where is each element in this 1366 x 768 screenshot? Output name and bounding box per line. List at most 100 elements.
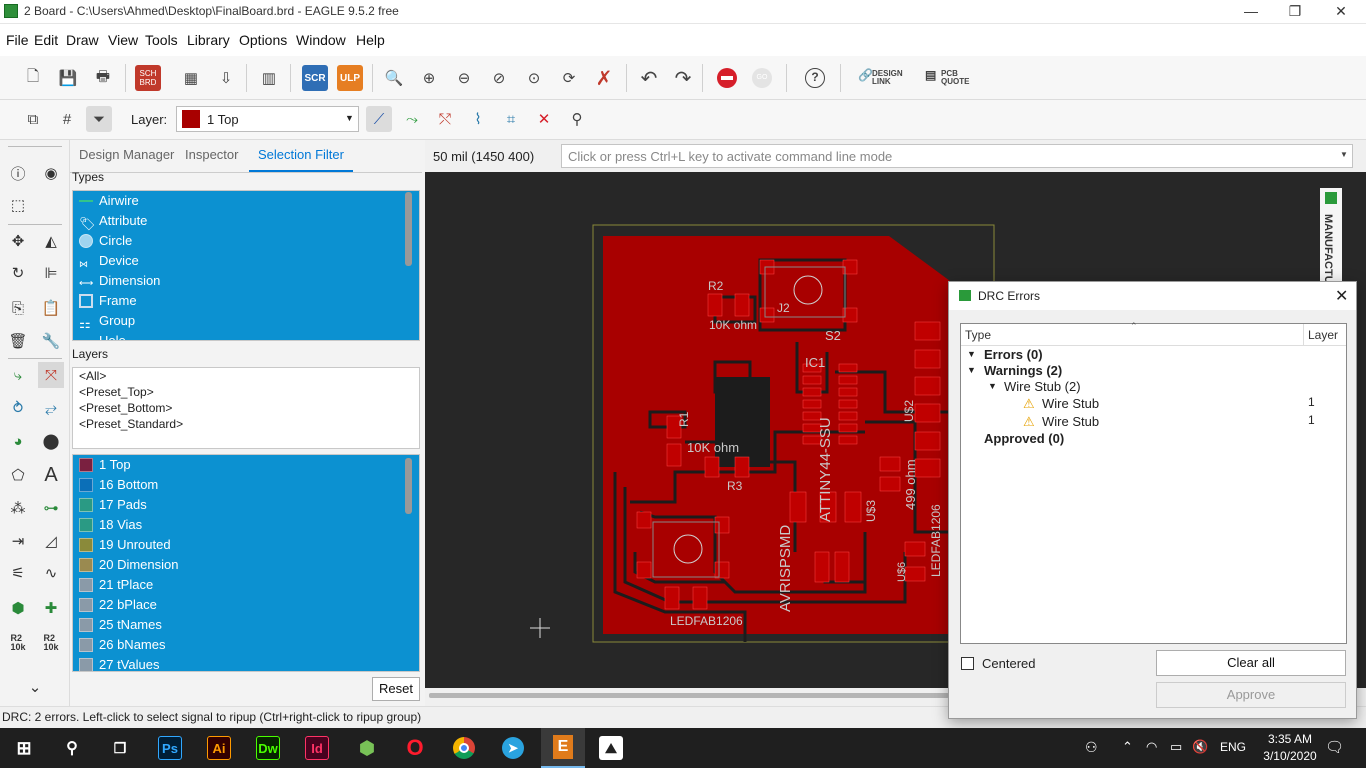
menu-window[interactable]: Window [296,32,346,48]
info-icon[interactable]: ⓘ [5,160,31,186]
task-view-icon[interactable]: ❒ [108,736,132,760]
meander-tool-icon[interactable]: ∿ [38,560,64,586]
cam-processor-icon[interactable]: ▦ [178,65,204,91]
split-icon[interactable]: ⇥ [5,528,31,554]
optimize-icon[interactable]: ⥂ [38,395,64,421]
indesign-icon[interactable]: Id [305,736,329,760]
minimize-button[interactable]: — [1228,0,1274,24]
dialog-close-icon[interactable]: ✕ [1335,286,1348,306]
via-icon[interactable]: ◕ [5,428,31,454]
menu-library[interactable]: Library [187,32,230,48]
type-item-device[interactable]: ⋈ Device [73,251,419,271]
delete-route-icon[interactable]: ✕ [531,106,557,132]
layer-item[interactable]: 26 bNames [73,635,419,655]
types-list[interactable]: Airwire 🏷 Attribute Circle ⋈ Device ⟷ Dimen… [72,190,420,341]
language-indicator[interactable]: ENG [1220,740,1246,754]
centered-checkbox[interactable] [961,657,974,670]
illustrator-icon[interactable]: Ai [207,736,231,760]
route-icon[interactable]: ⤷ [5,362,31,388]
pin-icon[interactable]: ⚲ [564,106,590,132]
rotate-icon[interactable]: ↻ [5,260,31,286]
help-button[interactable]: ? [802,65,828,91]
show-icon[interactable]: ◉ [38,160,64,186]
layer-item[interactable]: 17 Pads [73,495,419,515]
scrollbar-thumb[interactable] [429,693,949,698]
layer-item[interactable]: 25 tNames [73,615,419,635]
types-scrollbar[interactable] [405,192,412,266]
layer-item[interactable]: 20 Dimension [73,555,419,575]
photoshop-icon[interactable]: Ps [158,736,182,760]
add-3d-icon[interactable]: ⬢ [5,595,31,621]
expand-warnings-icon[interactable]: ▼ [967,365,976,375]
line-icon[interactable]: ◿ [38,528,64,554]
grid-icon[interactable]: # [54,106,80,132]
tree-wire-stub-2[interactable]: Wire Stub [1042,414,1099,429]
layers-list[interactable]: 1 Top 16 Bottom 17 Pads 18 Vias 19 Unrouted 2… [72,454,420,672]
notification-icon[interactable]: 🗨 [1325,738,1344,756]
select-group-icon[interactable]: ⬚ [5,192,31,218]
tab-inspector[interactable]: Inspector [176,144,247,172]
tree-approved[interactable]: Approved (0) [984,431,1064,446]
tree-wire-stub-1[interactable]: Wire Stub [1042,396,1099,411]
approve-button[interactable]: Approve [1156,682,1346,708]
type-item-frame[interactable]: Frame [73,291,419,311]
ratsnest-tool-icon[interactable]: ⚟ [5,560,31,586]
layers-scrollbar[interactable] [405,458,412,514]
layer-item[interactable]: 27 tValues [73,655,419,671]
layer-item[interactable]: 1 Top [73,455,419,475]
go-button[interactable]: GO [749,65,775,91]
copy-icon[interactable]: ⎘ [5,295,31,321]
tree-wire-stub-group[interactable]: Wire Stub (2) [1004,379,1081,394]
zoom-in-icon[interactable]: ⊕ [416,65,442,91]
redo-icon[interactable]: ↷ [670,65,696,91]
type-item-dimension[interactable]: ⟷ Dimension [73,271,419,291]
slice-icon[interactable]: ⌗ [498,106,524,132]
dreamweaver-icon[interactable]: Dw [256,736,280,760]
preset-top[interactable]: <Preset_Top> [73,384,419,400]
stop-icon[interactable] [714,65,740,91]
menu-tools[interactable]: Tools [145,32,178,48]
design-link-button[interactable]: 🔗 DESIGN LINK [858,69,918,86]
expand-errors-icon[interactable]: ▼ [967,349,976,359]
align-icon[interactable]: ⊫ [38,260,64,286]
ulp-button[interactable]: ULP [337,65,363,91]
zoom-out-icon[interactable]: ⊖ [451,65,477,91]
tab-design-manager[interactable]: Design Manager [70,144,183,172]
print-icon[interactable]: 🖶 [90,65,116,91]
hole-icon[interactable]: ⬤ [38,428,64,454]
expand-wire-stub-icon[interactable]: ▼ [988,381,997,391]
zoom-fit-icon[interactable]: 🔍 [381,65,407,91]
add-part-icon[interactable]: ✚ [38,595,64,621]
text-icon[interactable]: A [38,462,64,488]
mirror-icon[interactable]: ◭ [38,228,64,254]
zoom-previous-icon[interactable]: ⊘ [486,65,512,91]
type-item-group[interactable]: ⚏ Group [73,311,419,331]
menu-file[interactable]: File [6,32,29,48]
expand-toolbar-icon[interactable]: ⌄ [22,674,48,700]
layer-item[interactable]: 18 Vias [73,515,419,535]
delete-icon[interactable]: 🗑 [5,328,31,354]
tree-errors[interactable]: Errors (0) [984,347,1043,362]
paste-icon[interactable]: 📋 [38,295,64,321]
menu-edit[interactable]: Edit [34,32,58,48]
polygon-icon[interactable]: ⬠ [5,462,31,488]
menu-draw[interactable]: Draw [66,32,99,48]
drc-tree[interactable]: Type ⌃ Layer ▼ Errors (0) ▼ Warnings (2)… [960,321,1347,644]
autorouter-icon[interactable]: ⥁ [5,395,31,421]
eagle-taskbar-button[interactable]: E [541,728,585,768]
save-icon[interactable]: 💾 [55,65,81,91]
move-icon[interactable]: ✥ [5,228,31,254]
volume-muted-icon[interactable]: 🔇 [1192,739,1208,755]
photos-icon[interactable]: ⛰ [599,736,623,760]
type-item-attribute[interactable]: 🏷 Attribute [73,211,419,231]
undo-icon[interactable]: ↶ [636,65,662,91]
zoom-select-icon[interactable]: ⊙ [521,65,547,91]
type-item-hole[interactable]: ◌Hole [73,331,419,340]
layer-item[interactable]: 16 Bottom [73,475,419,495]
chrome-icon[interactable] [452,736,476,760]
menu-view[interactable]: View [108,32,138,48]
meander-icon[interactable]: ⌇ [465,106,491,132]
layer-dropdown[interactable]: 1 Top ▼ [176,106,359,132]
battery-icon[interactable]: ▭ [1170,739,1182,755]
preset-all[interactable]: <All> [73,368,419,384]
